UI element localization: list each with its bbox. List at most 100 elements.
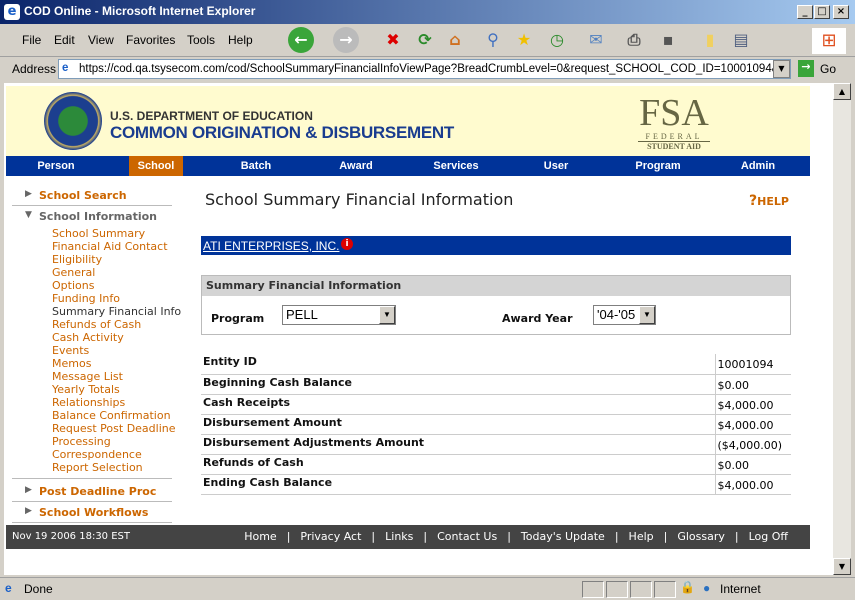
page-icon: e [62,62,69,74]
menu-help[interactable]: Help [228,33,253,47]
sidebar-item-report-selection[interactable]: Report Selection [12,461,172,474]
address-dropdown-button[interactable]: ▼ [773,60,790,78]
sidebar-item-processing[interactable]: Processing [12,435,172,448]
sidebar-item-eligibility[interactable]: Eligibility [12,253,172,266]
address-label: Address [12,62,57,76]
footer-link-contact-us[interactable]: Contact Us [437,530,497,543]
sidebar-item-options[interactable]: Options [12,279,172,292]
research-icon[interactable]: ▤ [728,27,754,53]
school-name-link[interactable]: ATI ENTERPRISES, INC. [203,239,339,253]
menu-toolbar: File Edit View Favorites Tools Help ← → … [0,24,855,57]
sidebar-item-school-summary[interactable]: School Summary [12,227,172,240]
status-pane [654,581,676,598]
sidebar-item-summary-financial-info[interactable]: Summary Financial Info [12,305,181,318]
nav-school[interactable]: School [129,156,183,176]
search-icon[interactable]: ⚲ [480,27,506,53]
program-label: Program [211,312,265,325]
favorites-star-icon[interactable]: ★ [511,27,537,53]
ie-icon: e [4,4,20,20]
menu-tools[interactable]: Tools [187,33,215,47]
sidebar-item-events[interactable]: Events [12,344,172,357]
history-icon[interactable]: ◷ [544,27,570,53]
footer-date: Nov 19 2006 18:30 EST [12,531,130,542]
footer-link-privacy-act[interactable]: Privacy Act [300,530,361,543]
go-button[interactable]: Go [820,62,836,76]
status-pane [582,581,604,598]
sidebar-item-balance-confirmation[interactable]: Balance Confirmation [12,409,172,422]
footer-link-log-off[interactable]: Log Off [749,530,788,543]
print-icon[interactable]: ⎙ [621,27,647,53]
home-icon[interactable]: ⌂ [442,27,468,53]
scroll-down-button[interactable]: ▼ [833,558,851,575]
sidebar-item-refunds-of-cash[interactable]: Refunds of Cash [12,318,172,331]
info-icon[interactable]: i [341,238,353,250]
mail-icon[interactable]: ✉ [583,27,609,53]
back-icon[interactable]: ← [288,27,314,53]
nav-award[interactable]: Award [316,156,396,176]
nav-user[interactable]: User [516,156,596,176]
sidebar-item-relationships[interactable]: Relationships [12,396,172,409]
footer-link-today-s-update[interactable]: Today's Update [521,530,605,543]
sidebar-item-memos[interactable]: Memos [12,357,172,370]
sidebar-item-yearly-totals[interactable]: Yearly Totals [12,383,172,396]
help-link[interactable]: ?HELP [749,193,789,209]
stop-icon[interactable]: ✖ [380,27,406,53]
help-icon: ? [749,193,758,209]
site-title: COMMON ORIGINATION & DISBURSEMENT [110,123,454,142]
globe-icon: ● [703,581,711,595]
separator: | [371,530,376,543]
sidebar-item-request-post-deadline[interactable]: Request Post Deadline [12,422,176,435]
scroll-up-button[interactable]: ▲ [833,83,851,100]
refresh-icon[interactable]: ⟳ [412,27,438,53]
sidebar-school-workflows[interactable]: ▶ School Workflows [12,503,172,523]
table-row: Disbursement Adjustments Amount ($4,000.0… [201,434,791,455]
sidebar-item-general[interactable]: General [12,266,172,279]
sidebar-item-financial-aid-contact[interactable]: Financial Aid Contact [12,240,172,253]
status-pane [606,581,628,598]
address-input[interactable]: e https://cod.qa.tsysecom.com/cod/SchoolS… [58,59,791,79]
separator: | [663,530,668,543]
separator: | [423,530,428,543]
expand-arrow-icon: ▶ [25,506,32,516]
address-url: https://cod.qa.tsysecom.com/cod/SchoolSu… [79,63,791,75]
menu-edit[interactable]: Edit [54,33,75,47]
vertical-scrollbar[interactable]: ▲ ▼ [833,83,851,575]
footer-link-links[interactable]: Links [385,530,413,543]
sidebar-item-cash-activity[interactable]: Cash Activity [12,331,172,344]
nav-admin[interactable]: Admin [718,156,798,176]
menu-view[interactable]: View [88,33,114,47]
footer-link-home[interactable]: Home [244,530,276,543]
main-nav: Person School Batch Award Services User … [6,156,810,176]
page-title: School Summary Financial Information [205,190,514,209]
table-row: Refunds of Cash $0.00 [201,454,791,475]
award-year-select[interactable]: '04-'05 ▼ [593,305,656,325]
table-row: Disbursement Amount $4,000.00 [201,414,791,435]
summary-box-title: Summary Financial Information [202,276,790,296]
note-icon[interactable]: ▮ [697,27,723,53]
maximize-button[interactable]: □ [814,5,830,19]
forward-icon[interactable]: → [333,27,359,53]
footer-link-help[interactable]: Help [629,530,654,543]
sidebar-post-deadline-proc[interactable]: ▶ Post Deadline Proc [12,482,172,502]
sidebar-item-message-list[interactable]: Message List [12,370,172,383]
nav-batch[interactable]: Batch [216,156,296,176]
go-arrow-icon[interactable]: → [798,60,814,77]
sidebar-item-correspondence[interactable]: Correspondence [12,448,172,461]
nav-person[interactable]: Person [6,156,106,176]
page-done-icon: e [5,581,12,595]
sidebar-item-funding-info[interactable]: Funding Info [12,292,172,305]
nav-program[interactable]: Program [618,156,698,176]
menu-file[interactable]: File [22,33,41,47]
minimize-button[interactable]: _ [797,5,813,19]
menu-favorites[interactable]: Favorites [126,33,175,47]
program-select[interactable]: PELL ▼ [282,305,396,325]
row-label: Beginning Cash Balance [201,374,715,395]
sidebar-school-information[interactable]: ▼ School Information [12,207,172,227]
award-year-label: Award Year [502,312,573,325]
footer-link-glossary[interactable]: Glossary [677,530,725,543]
edit-icon[interactable]: ▪ [655,27,681,53]
sidebar-school-search[interactable]: ▶ School Search [12,186,172,206]
row-value: ($4,000.00) [714,434,791,455]
close-button[interactable]: × [833,5,849,19]
nav-services[interactable]: Services [416,156,496,176]
